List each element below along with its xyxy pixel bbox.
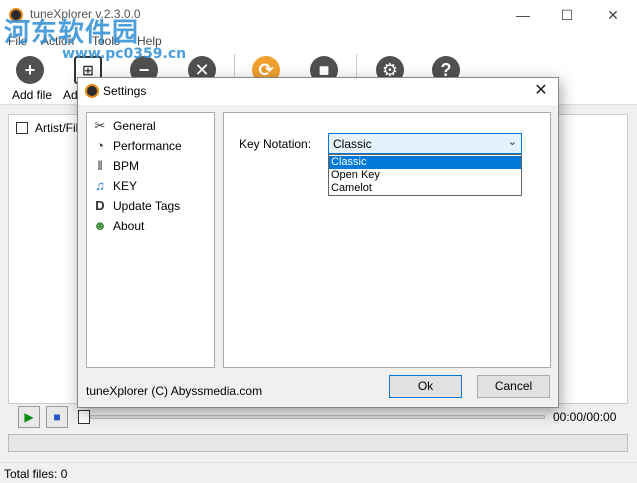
minimize-icon[interactable]: —	[508, 4, 538, 26]
progress-bar	[8, 434, 628, 452]
add-folder-label: Ad	[63, 88, 78, 102]
nav-item-general[interactable]: ✂ General	[91, 117, 211, 135]
settings-nav: ✂ General ◔ Performance ‖ BPM ♫ KEY D Up…	[86, 112, 215, 368]
add-file-label: Add file	[12, 88, 53, 102]
seek-slider[interactable]	[90, 415, 545, 419]
nav-item-key[interactable]: ♫ KEY	[91, 177, 211, 195]
play-icon: ▶	[24, 410, 34, 424]
add-file-button[interactable]: +	[16, 56, 44, 84]
key-notation-label: Key Notation:	[239, 137, 312, 151]
key-notation-dropdown: Classic Open Key Camelot	[328, 154, 522, 196]
music-note-icon: ♫	[95, 178, 105, 193]
watermark-logo: 河东软件园	[4, 18, 140, 48]
plus-icon: +	[24, 60, 36, 80]
nav-label: About	[113, 219, 145, 233]
close-icon[interactable]: ✕	[598, 4, 628, 26]
dropdown-option-camelot[interactable]: Camelot	[329, 182, 521, 195]
player-bar: ▶ ■ 00:00/00:00	[8, 405, 628, 429]
watermark-url: www.pc0359.cn	[62, 46, 187, 62]
tag-icon: D	[95, 198, 105, 213]
nav-item-about[interactable]: ☻ About	[91, 217, 211, 235]
statusbar: Total files: 0	[0, 462, 637, 483]
dialog-footer-copyright: tuneXplorer (C) Abyssmedia.com	[86, 384, 263, 398]
dialog-title: Settings	[103, 84, 147, 98]
play-button[interactable]: ▶	[18, 406, 40, 428]
chevron-down-icon: ⌄	[507, 136, 517, 148]
nav-item-update-tags[interactable]: D Update Tags	[91, 197, 211, 215]
close-icon: ✕	[534, 82, 548, 99]
key-notation-select[interactable]: Classic ⌄	[328, 133, 522, 154]
stop-icon: ■	[53, 410, 61, 424]
settings-content: Key Notation: Classic ⌄ Classic Open Key…	[223, 112, 551, 368]
nav-label: Update Tags	[113, 199, 181, 213]
nav-label: General	[113, 119, 156, 133]
status-total-files: Total files: 0	[4, 467, 68, 481]
nav-item-bpm[interactable]: ‖ BPM	[91, 157, 211, 175]
select-all-checkbox[interactable]	[16, 122, 28, 134]
gauge-icon: ◔	[96, 138, 104, 153]
user-icon: ☻	[93, 218, 107, 233]
player-time: 00:00/00:00	[553, 410, 617, 424]
dropdown-option-open-key[interactable]: Open Key	[329, 169, 521, 182]
dialog-close-button[interactable]: ✕	[530, 80, 552, 102]
waveform-icon: ‖	[97, 158, 103, 173]
nav-label: Performance	[113, 139, 182, 153]
nav-item-performance[interactable]: ◔ Performance	[91, 137, 211, 155]
ok-button[interactable]: Ok	[389, 375, 462, 398]
app-logo-icon	[85, 84, 99, 98]
dialog-titlebar: Settings ✕	[78, 78, 558, 105]
player-stop-button[interactable]: ■	[46, 406, 68, 428]
add-folder-icon: ⊞	[82, 62, 94, 78]
key-notation-value: Classic	[333, 137, 372, 151]
cancel-button[interactable]: Cancel	[477, 375, 550, 398]
nav-label: KEY	[113, 179, 138, 193]
seek-slider-handle[interactable]	[78, 410, 90, 424]
settings-dialog: Settings ✕ ✂ General ◔ Performance ‖ BPM…	[77, 77, 559, 408]
nav-label: BPM	[113, 159, 140, 173]
maximize-icon[interactable]: ☐	[552, 4, 582, 26]
tools-icon: ✂	[94, 118, 106, 133]
dropdown-option-classic[interactable]: Classic	[329, 156, 521, 169]
